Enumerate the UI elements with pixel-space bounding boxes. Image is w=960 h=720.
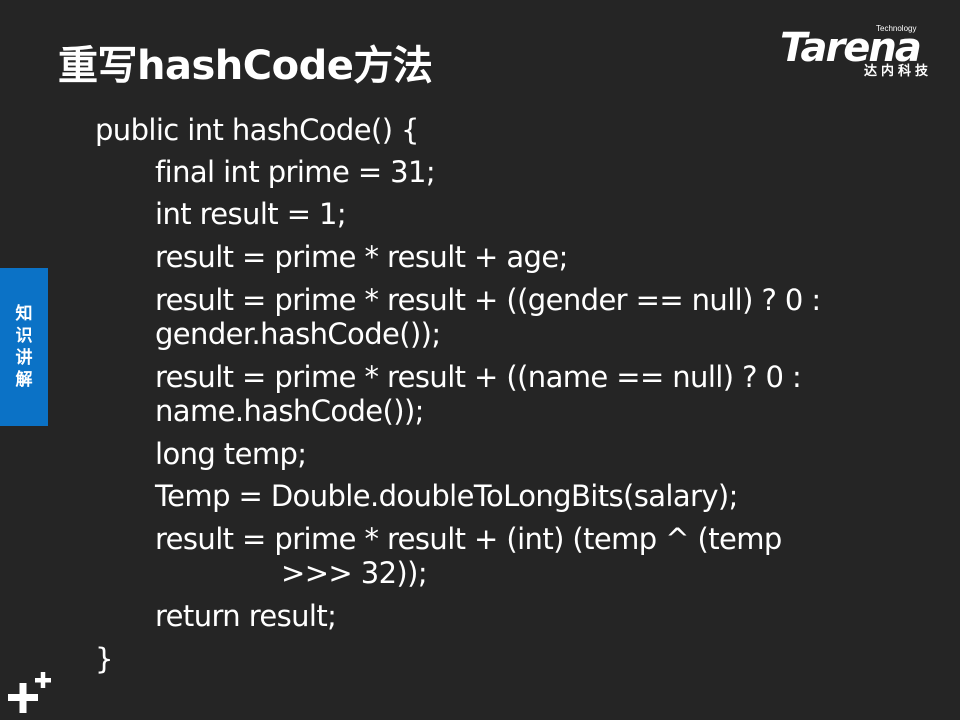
slide-title: 重写hashCode方法 <box>58 43 433 89</box>
logo-chinese-text: 达内科技 <box>864 64 933 79</box>
plus-logo-icon <box>8 672 51 713</box>
code-line-14: } <box>95 642 113 676</box>
code-line-3: int result = 1; <box>155 197 347 231</box>
code-line-10: Temp = Double.doubleToLongBits(salary); <box>155 479 738 513</box>
code-line-8: name.hashCode()); <box>155 394 424 428</box>
code-line-1: public int hashCode() { <box>95 113 419 147</box>
code-line-5: result = prime * result + ((gender == nu… <box>155 283 821 317</box>
side-tab-knowledge: 知识讲解 <box>0 268 48 426</box>
tarena-logo: Technology Tarena 达内科技 <box>780 24 948 84</box>
code-line-9: long temp; <box>155 437 307 471</box>
code-line-6: gender.hashCode()); <box>155 317 441 351</box>
code-line-12: >>> 32)); <box>281 556 428 590</box>
code-line-4: result = prime * result + age; <box>155 240 568 274</box>
code-line-11: result = prime * result + (int) (temp ^ … <box>155 522 782 556</box>
side-tab-label: 知识讲解 <box>15 304 33 390</box>
code-line-13: return result; <box>155 599 337 633</box>
code-line-2: final int prime = 31; <box>155 155 436 189</box>
code-line-7: result = prime * result + ((name == null… <box>155 360 802 394</box>
